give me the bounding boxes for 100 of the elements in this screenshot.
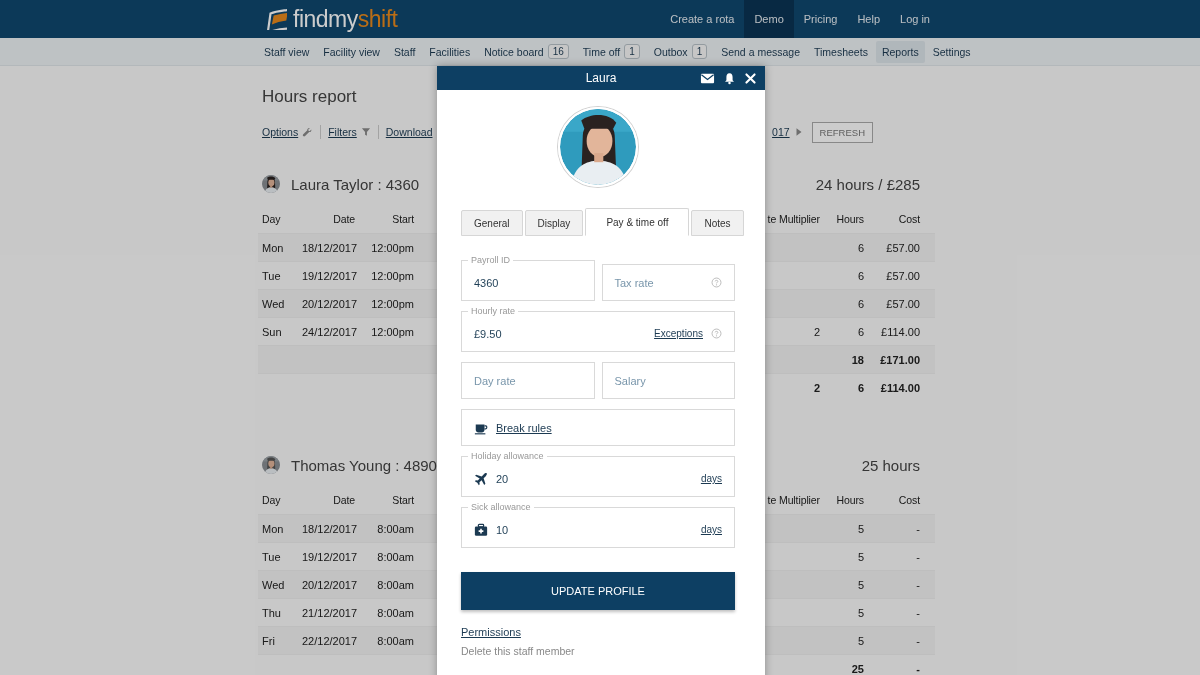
nav-link[interactable]: Log in: [890, 0, 940, 38]
close-icon: [744, 71, 757, 85]
table-cell-text: 12:00pm: [370, 269, 414, 282]
table-cell-text: -: [915, 550, 920, 563]
table-cell-text: Wed: [262, 297, 286, 310]
bell-icon: [723, 71, 736, 85]
dialog-title: Laura: [585, 71, 617, 85]
table-cell-text: 6: [856, 269, 864, 282]
menu-item[interactable]: Time off 1: [576, 40, 646, 63]
logo-text[interactable]: findmyshift: [293, 5, 398, 33]
table-cell-text: 6: [856, 325, 864, 338]
help-icon[interactable]: [711, 328, 722, 339]
table-cell-text: Mon: [262, 522, 285, 535]
table-cell-text: -: [915, 634, 920, 647]
menu-item[interactable]: Facility view: [317, 40, 386, 63]
tab[interactable]: Display: [524, 210, 584, 236]
help-icon[interactable]: [711, 277, 722, 288]
menu-item[interactable]: Staff: [387, 40, 422, 63]
column-header: te Multiplier: [766, 494, 820, 506]
menu-item[interactable]: Outbox 1: [647, 40, 714, 63]
column-header: Day: [262, 213, 282, 225]
column-header: Start: [391, 213, 414, 225]
input-field[interactable]: Break rules: [461, 409, 735, 446]
input-field[interactable]: Payroll ID 4360: [461, 255, 595, 301]
table-cell-text: 6: [856, 241, 864, 254]
table-cell-text: Tue: [262, 269, 282, 282]
staff-total: 24 hours / £285: [815, 175, 920, 193]
refresh-button[interactable]: REFRESH: [811, 121, 873, 143]
table-cell: 24/12/2017: [302, 325, 355, 338]
table-cell-text: 6: [856, 297, 864, 310]
count-badge: 1: [691, 44, 708, 59]
page-title: Hours report: [262, 86, 358, 108]
table-cell: 20/12/2017: [302, 297, 355, 310]
table-cell: 19/12/2017: [302, 550, 355, 563]
table-cell-text: 8:00am: [376, 634, 414, 647]
table-cell-text: £171.00: [879, 353, 920, 366]
table-cell-text: Mon: [262, 241, 285, 254]
table-cell-text: -: [915, 522, 920, 535]
table-cell-text: Thu: [262, 606, 282, 619]
count-badge: 16: [547, 44, 569, 59]
table-cell-text: 25: [850, 662, 864, 675]
nav-link[interactable]: Demo: [744, 0, 794, 38]
table-cell-text: £114.00: [879, 381, 920, 394]
nav-link[interactable]: Pricing: [793, 0, 848, 38]
column-header: Cost: [897, 494, 920, 506]
table-cell-text: £57.00: [885, 269, 920, 282]
table-cell-text: 18: [850, 353, 864, 366]
table-cell-text: -: [915, 578, 920, 591]
logo-icon: [265, 8, 287, 30]
nav-link[interactable]: Help: [847, 0, 890, 38]
table-cell-text: 5: [856, 606, 864, 619]
table-cell-text: 12:00pm: [370, 241, 414, 254]
download-link[interactable]: Download: [385, 126, 433, 138]
table-cell: 22/12/2017: [302, 634, 355, 647]
update-profile-button[interactable]: UPDATE PROFILE: [461, 572, 735, 610]
date-link[interactable]: 017: [772, 126, 790, 138]
tab[interactable]: General: [461, 210, 523, 236]
table-cell: 18/12/2017: [302, 522, 355, 535]
field-link[interactable]: days: [700, 524, 722, 535]
menu-item[interactable]: Notice board 16: [478, 40, 575, 63]
column-header: te Multiplier: [766, 213, 820, 225]
menu-item[interactable]: Staff view: [258, 40, 316, 63]
nav-link[interactable]: Create a rota: [660, 0, 745, 38]
permissions-link[interactable]: Permissions: [461, 626, 521, 638]
table-cell: 18/12/2017: [302, 241, 355, 254]
filter-icon: [360, 127, 371, 137]
table-cell-text: 5: [856, 522, 864, 535]
field-link[interactable]: Exceptions: [654, 328, 703, 339]
break-rules-link[interactable]: Break rules: [496, 421, 552, 434]
table-cell-text: Tue: [262, 550, 282, 563]
menu-item[interactable]: Reports: [875, 40, 925, 63]
table-cell-text: £57.00: [885, 241, 920, 254]
menu-item[interactable]: Timesheets: [808, 40, 874, 63]
menu-item[interactable]: Settings: [926, 40, 977, 63]
delete-link[interactable]: Delete this staff member: [461, 645, 575, 657]
table-cell-text: 5: [856, 634, 864, 647]
table-cell-text: 5: [856, 550, 864, 563]
column-header: Cost: [897, 213, 920, 225]
input-field[interactable]: Holiday allowance 20 days: [461, 451, 735, 497]
filters-link[interactable]: Filters: [328, 126, 357, 138]
input-field[interactable]: Sick allowance 10 days: [461, 502, 735, 548]
table-cell-text: 2: [812, 381, 820, 394]
menu-item[interactable]: Send a message: [715, 40, 806, 63]
table-cell-text: -: [915, 606, 920, 619]
options-link[interactable]: Options: [262, 126, 299, 138]
column-header: Day: [262, 494, 282, 506]
menu-item[interactable]: Facilities: [423, 40, 477, 63]
field-link[interactable]: days: [700, 473, 722, 484]
table-cell-text: 8:00am: [376, 550, 414, 563]
column-header: Date: [332, 494, 355, 506]
table-cell-text: 8:00am: [376, 606, 414, 619]
airplane-icon: [474, 471, 488, 486]
column-header: Hours: [835, 213, 864, 225]
input-field[interactable]: Hourly rate £9.50 Exceptions: [461, 306, 735, 352]
table-cell-text: 12:00pm: [370, 325, 414, 338]
tab[interactable]: Pay & time off: [585, 208, 690, 236]
table-cell-text: -: [915, 662, 920, 675]
wrench-icon: [302, 126, 314, 138]
table-cell-text: 8:00am: [376, 578, 414, 591]
tab[interactable]: Notes: [691, 210, 744, 236]
